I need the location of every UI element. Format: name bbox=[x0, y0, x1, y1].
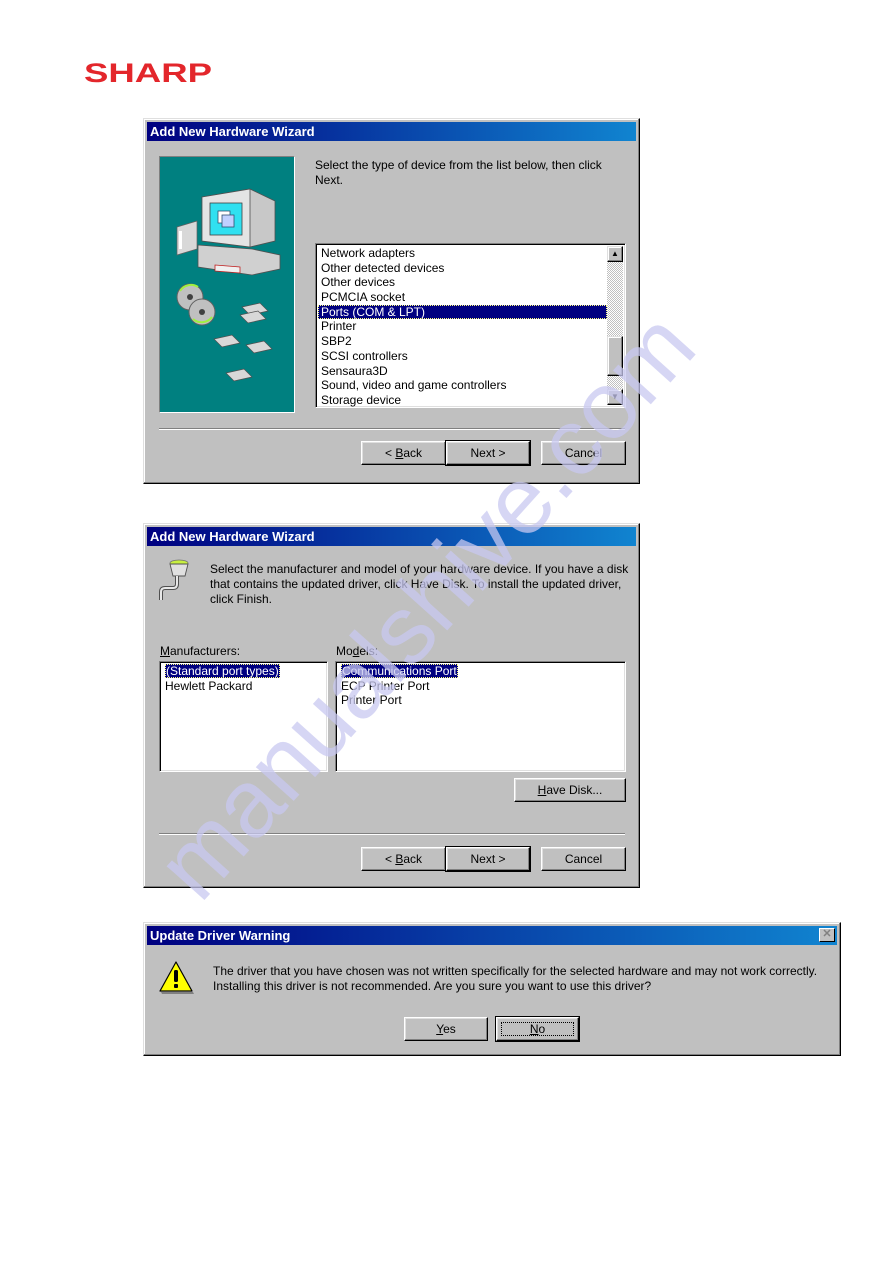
device-type-item-label: Other devices bbox=[321, 275, 396, 290]
device-type-item-label: Network adapters bbox=[321, 246, 416, 260]
models-list[interactable]: Communications Port ECP Printer Port Print… bbox=[335, 661, 626, 772]
device-type-item[interactable]: Network adapters bbox=[318, 246, 607, 261]
device-type-item[interactable]: Printer bbox=[318, 319, 607, 334]
device-type-item[interactable]: Ports (COM & LPT) bbox=[318, 304, 607, 320]
back-rest: ack bbox=[403, 852, 423, 866]
manufacturers-label-rest: anufacturers: bbox=[170, 644, 241, 658]
dialog-titlebar: Add New Hardware Wizard bbox=[147, 527, 636, 546]
back-button[interactable]: < Back bbox=[361, 441, 446, 465]
device-type-item-label: Sound, video and game controllers bbox=[321, 378, 507, 393]
manufacturers-list[interactable]: (Standard port types) Hewlett Packard bbox=[159, 661, 328, 772]
cancel-label: Cancel bbox=[564, 446, 603, 460]
yes-button[interactable]: Yes bbox=[404, 1017, 488, 1041]
manufacturer-item-label: (Standard port types) bbox=[165, 664, 280, 678]
manufacturer-item[interactable]: (Standard port types) bbox=[162, 664, 325, 679]
device-type-item-label: Storage device bbox=[321, 392, 402, 407]
next-label: Next > bbox=[470, 446, 506, 460]
dialog-title: Add New Hardware Wizard bbox=[150, 529, 315, 544]
back-rest: ack bbox=[403, 446, 423, 460]
sharp-logo: SHARP bbox=[84, 58, 214, 88]
update-driver-warning-dialog: Update Driver Warning ✕ The driver that … bbox=[143, 922, 841, 1056]
cancel-button[interactable]: Cancel bbox=[541, 847, 626, 871]
models-label: Models: bbox=[336, 644, 378, 659]
manufacturers-label: Manufacturers: bbox=[160, 644, 240, 659]
device-type-item[interactable]: Other devices bbox=[318, 275, 607, 290]
device-type-item-label: SBP2 bbox=[321, 334, 352, 349]
models-label-pre: Mo bbox=[336, 644, 353, 658]
device-type-item[interactable]: SBP2 bbox=[318, 334, 607, 349]
button-separator bbox=[159, 428, 625, 430]
device-type-item-label: SCSI controllers bbox=[321, 348, 408, 363]
device-type-item[interactable]: Storage device bbox=[318, 392, 607, 407]
model-item[interactable]: ECP Printer Port bbox=[338, 679, 623, 694]
serial-port-icon bbox=[157, 558, 191, 602]
wizard-instruction: Select the manufacturer and model of you… bbox=[210, 562, 629, 606]
device-type-item-label: Printer bbox=[321, 319, 357, 334]
manufacturer-item-label: Hewlett Packard bbox=[165, 678, 253, 693]
close-button[interactable]: ✕ bbox=[819, 928, 835, 942]
device-type-item[interactable]: Other detected devices bbox=[318, 261, 607, 276]
button-separator bbox=[159, 833, 625, 835]
device-type-item-label: Ports (COM & LPT) bbox=[321, 304, 426, 319]
cancel-label: Cancel bbox=[564, 852, 603, 866]
have-disk-button[interactable]: Have Disk... bbox=[514, 778, 626, 802]
device-type-item[interactable]: Sensaura3D bbox=[318, 364, 607, 379]
model-item[interactable]: Printer Port bbox=[338, 693, 623, 708]
device-type-list[interactable]: Network adapters Other detected devices Ot… bbox=[315, 243, 626, 408]
device-type-item-label: Sensaura3D bbox=[321, 363, 388, 378]
next-button[interactable]: Next > bbox=[445, 846, 531, 872]
back-prefix: < bbox=[384, 852, 396, 866]
no-button[interactable]: No bbox=[495, 1016, 580, 1042]
cancel-button[interactable]: Cancel bbox=[541, 441, 626, 465]
next-button[interactable]: Next > bbox=[445, 440, 531, 466]
yes-rest: es bbox=[443, 1022, 456, 1036]
device-list-scrollbar[interactable]: ▲ ▼ bbox=[607, 246, 623, 405]
warning-icon bbox=[158, 959, 194, 995]
warning-message-line-2: Installing this driver is not recommende… bbox=[213, 979, 652, 993]
models-label-rest: els: bbox=[359, 644, 379, 658]
dialog-title: Update Driver Warning bbox=[150, 928, 291, 943]
model-item[interactable]: Communications Port bbox=[338, 664, 623, 679]
device-type-item-label: Other detected devices bbox=[321, 260, 445, 275]
model-item-label: Printer Port bbox=[341, 693, 402, 708]
device-type-item[interactable]: SCSI controllers bbox=[318, 349, 607, 364]
dialog-titlebar: Add New Hardware Wizard bbox=[147, 122, 636, 141]
model-item-label: ECP Printer Port bbox=[341, 678, 430, 693]
wizard-illustration bbox=[159, 156, 295, 413]
have-disk-rest: ave Disk... bbox=[546, 783, 603, 797]
dialog-title: Add New Hardware Wizard bbox=[150, 124, 315, 139]
device-type-item-label: PCMCIA socket bbox=[321, 290, 406, 305]
arrow-down-icon: ▼ bbox=[611, 392, 619, 401]
arrow-up-icon: ▲ bbox=[611, 249, 619, 258]
manufacturers-mnemonic: M bbox=[160, 644, 170, 658]
dialog-titlebar: Update Driver Warning bbox=[147, 926, 837, 945]
back-button[interactable]: < Back bbox=[361, 847, 446, 871]
warning-message-line-1: The driver that you have chosen was not … bbox=[213, 964, 818, 978]
next-label: Next > bbox=[470, 852, 506, 866]
close-icon: ✕ bbox=[822, 928, 832, 940]
wizard-instruction: Select the type of device from the list … bbox=[315, 158, 602, 187]
back-prefix: < bbox=[384, 446, 396, 460]
no-rest: o bbox=[538, 1022, 546, 1036]
computer-and-disks-icon bbox=[176, 188, 281, 382]
scroll-up-button[interactable]: ▲ bbox=[607, 246, 623, 262]
add-hardware-wizard-device-type-dialog: Add New Hardware Wizard Select the type … bbox=[143, 118, 640, 484]
manufacturer-item[interactable]: Hewlett Packard bbox=[162, 679, 325, 694]
scroll-thumb[interactable] bbox=[607, 336, 623, 376]
device-type-item[interactable]: PCMCIA socket bbox=[318, 290, 607, 305]
sharp-logo-text: SHARP bbox=[84, 58, 212, 88]
add-hardware-wizard-model-dialog: Add New Hardware Wizard Select the manuf… bbox=[143, 523, 640, 888]
model-item-label: Communications Port bbox=[341, 664, 458, 678]
device-type-item[interactable]: Sound, video and game controllers bbox=[318, 378, 607, 393]
scroll-down-button[interactable]: ▼ bbox=[607, 389, 623, 405]
